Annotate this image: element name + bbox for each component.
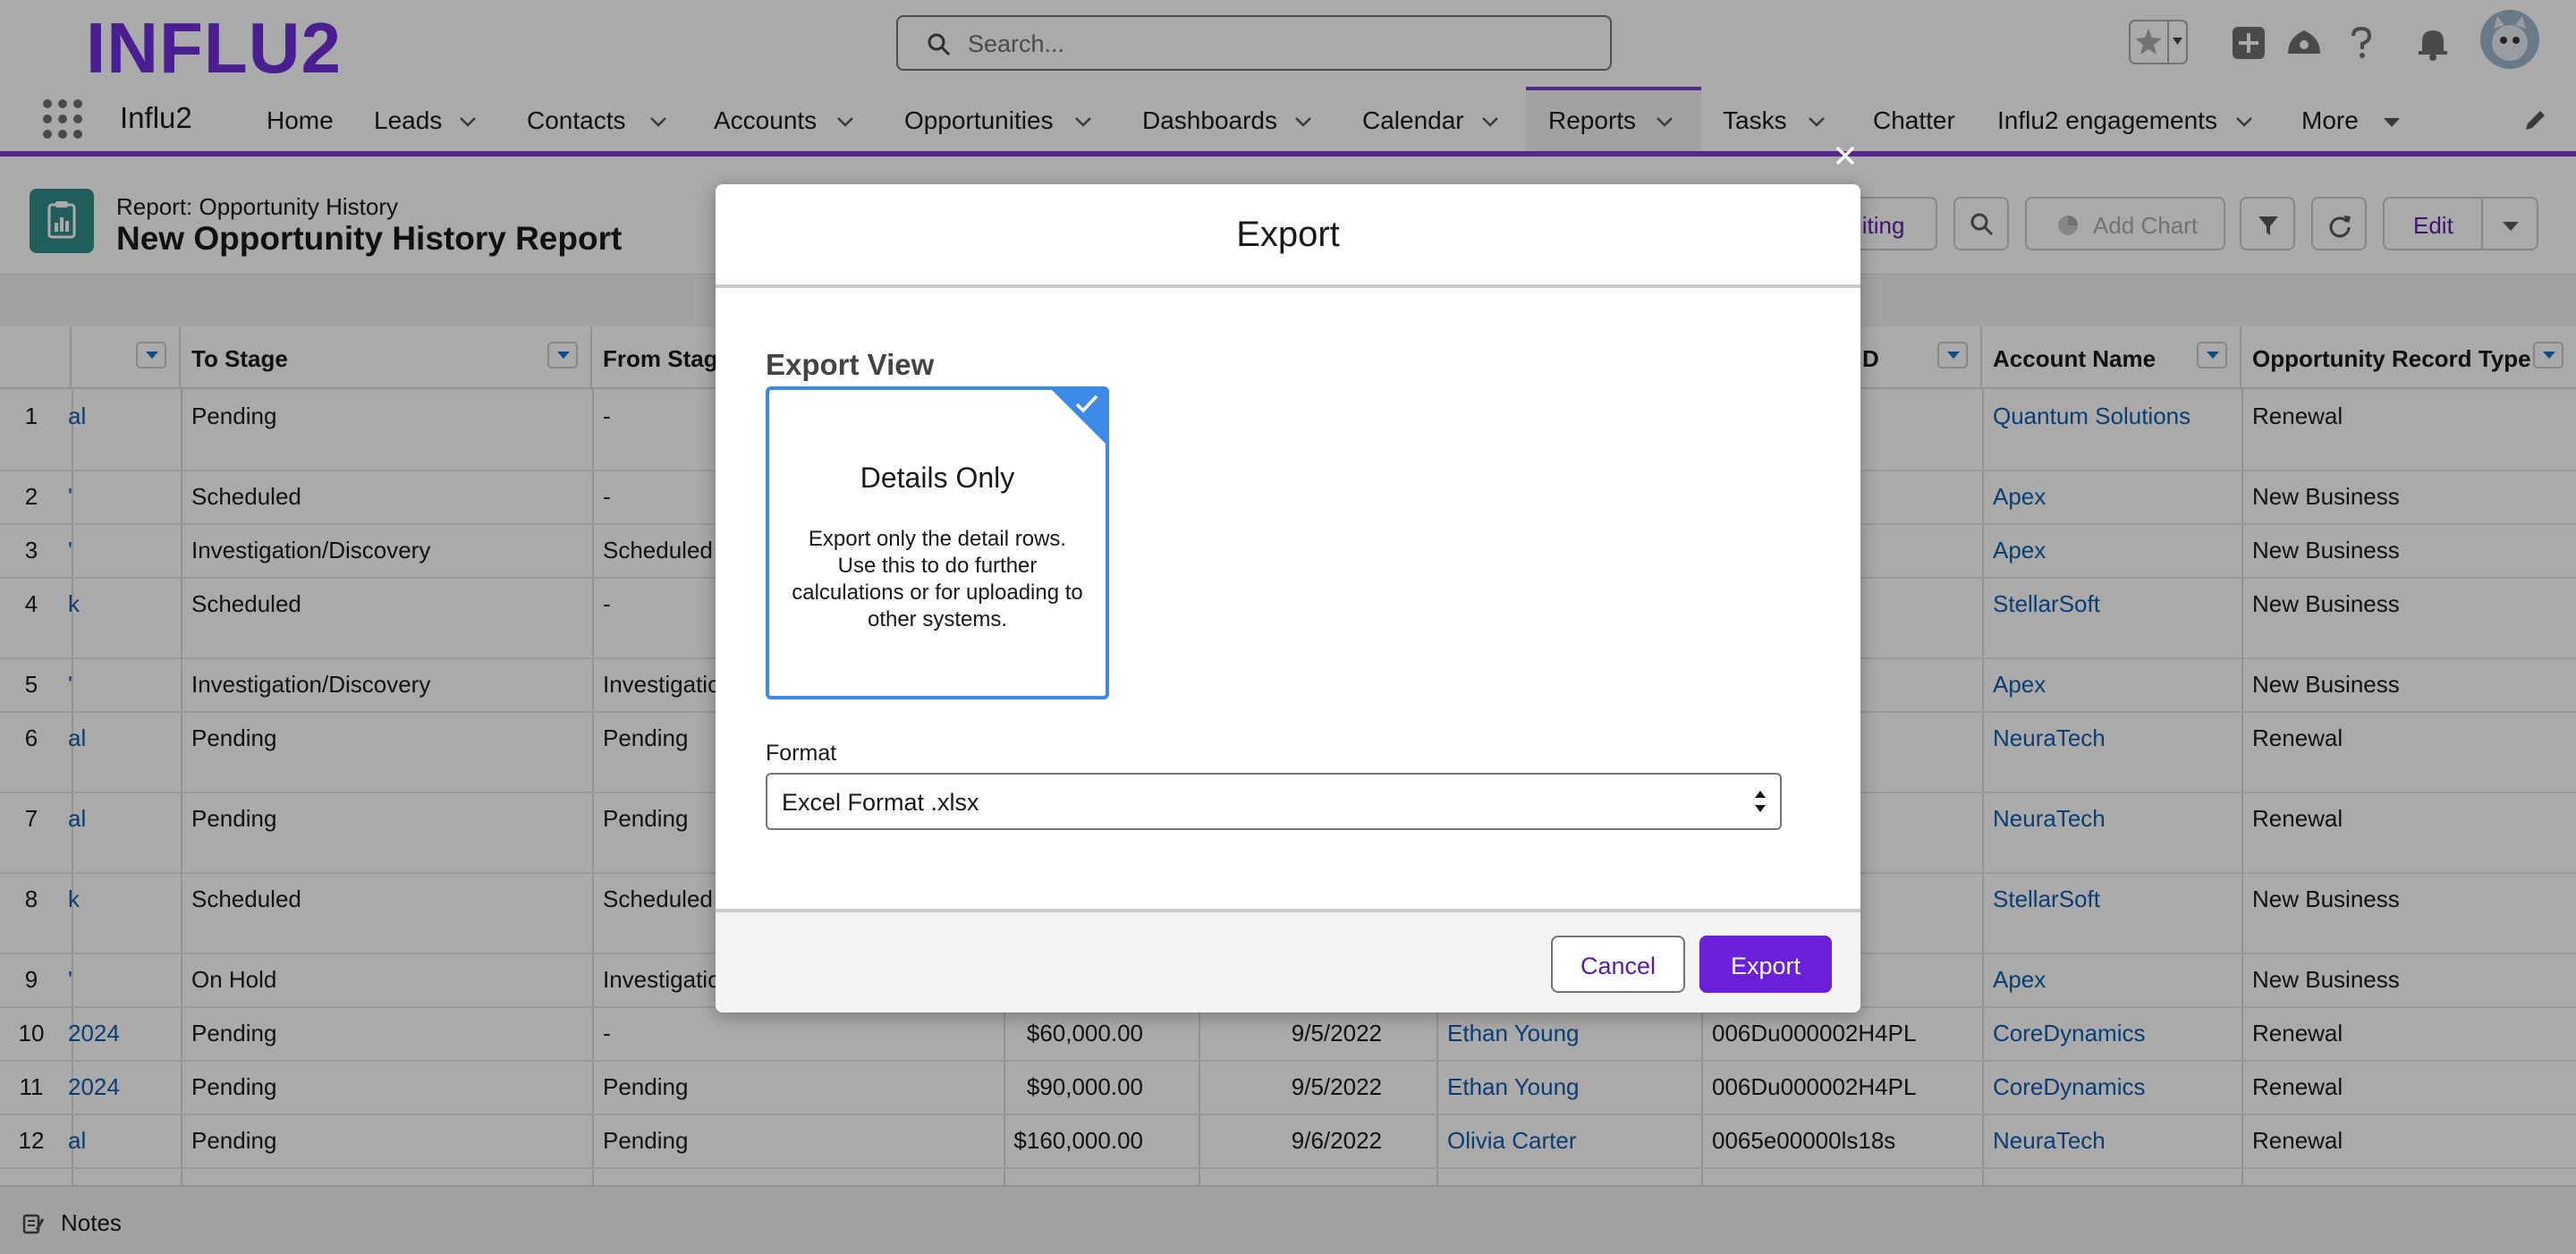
export-label: Export	[1730, 953, 1801, 979]
dialog-footer: Cancel Export	[716, 909, 1860, 1013]
option-title: Details Only	[860, 462, 1015, 494]
export-button[interactable]: Export	[1699, 936, 1832, 993]
cancel-label: Cancel	[1580, 953, 1657, 979]
format-select[interactable]: Excel Format .xlsx	[766, 773, 1782, 830]
close-icon[interactable]	[1829, 140, 1861, 172]
dialog-title: Export	[1236, 215, 1340, 254]
cancel-button[interactable]: Cancel	[1551, 936, 1685, 993]
export-option-details-only[interactable]: Details Only Export only the detail rows…	[766, 386, 1109, 699]
export-view-label: Export View	[766, 348, 935, 381]
checkmark-icon	[1075, 394, 1098, 413]
export-dialog: Export Export View Details Only Export o…	[716, 184, 1860, 1013]
select-arrows-icon	[1755, 791, 1766, 812]
dialog-header: Export	[716, 184, 1860, 288]
app-window: INFLU2 Search... Influ2 Home Leads Conta…	[0, 0, 2576, 1254]
format-label: Format	[766, 741, 837, 766]
option-description: Export only the detail rows. Use this to…	[792, 527, 1083, 631]
format-selected-value: Excel Format .xlsx	[782, 789, 979, 816]
